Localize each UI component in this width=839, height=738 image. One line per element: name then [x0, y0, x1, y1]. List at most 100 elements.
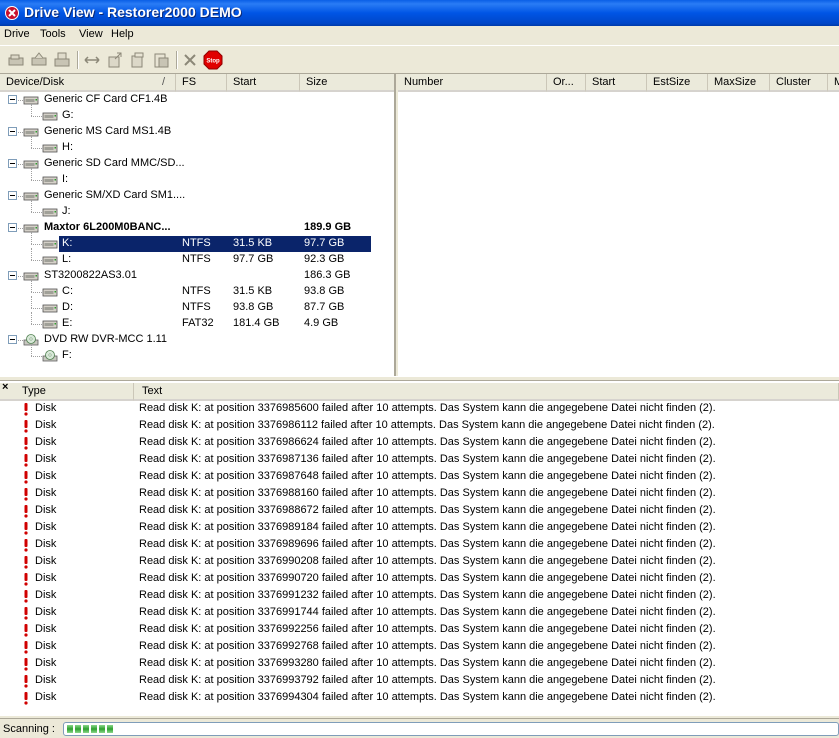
save-all-icon[interactable] — [128, 50, 148, 70]
fs-cell: NTFS — [182, 237, 211, 249]
col-header-cluster[interactable]: Cluster — [770, 74, 828, 92]
col-header-m[interactable]: M — [828, 74, 839, 92]
col-header-original[interactable]: Or... — [547, 74, 586, 92]
device-row[interactable]: Generic SM/XD Card SM1.... — [0, 188, 394, 204]
log-row[interactable]: Disk Read disk K: at position 3376991232 … — [0, 588, 839, 605]
partition-row[interactable]: I: — [0, 168, 394, 188]
log-row[interactable]: Disk Read disk K: at position 3376989184 … — [0, 520, 839, 537]
collapse-toggle[interactable] — [8, 191, 17, 200]
col-header-device[interactable]: Device/Disk / — [0, 74, 176, 92]
col-header-type[interactable]: Type — [0, 383, 134, 401]
col-header-maxsize[interactable]: MaxSize — [708, 74, 770, 92]
log-text: Read disk K: at position 3376990208 fail… — [139, 555, 716, 567]
close-icon[interactable]: × — [2, 381, 14, 393]
menu-help[interactable]: Help — [111, 28, 134, 40]
collapse-toggle[interactable] — [8, 127, 17, 136]
device-row[interactable]: ST3200822AS3.01 186.3 GB — [0, 268, 394, 284]
log-text: Read disk K: at position 3376989696 fail… — [139, 538, 716, 550]
device-row[interactable]: Generic MS Card MS1.4B — [0, 124, 394, 140]
col-header-size[interactable]: Size — [300, 74, 394, 92]
log-row[interactable]: Disk Read disk K: at position 3376986624 … — [0, 435, 839, 452]
log-row[interactable]: Disk Read disk K: at position 3376994304 … — [0, 690, 839, 707]
error-icon — [24, 573, 28, 586]
progress-block — [67, 725, 73, 733]
device-row[interactable]: Generic CF Card CF1.4B — [0, 92, 394, 108]
menu-drive[interactable]: Drive — [4, 28, 30, 40]
device-row[interactable]: DVD RW DVR-MCC 1.11 — [0, 332, 394, 348]
interval-icon[interactable] — [82, 50, 102, 70]
partition-row[interactable]: K: NTFS 31.5 KB 97.7 GB — [0, 232, 394, 252]
partition-row[interactable]: F: — [0, 344, 394, 364]
col-header-number[interactable]: Number — [398, 74, 547, 92]
save-icon[interactable] — [105, 50, 125, 70]
partition-row[interactable]: L: NTFS 97.7 GB 92.3 GB — [0, 248, 394, 268]
collapse-toggle[interactable] — [8, 159, 17, 168]
open-image-icon[interactable] — [29, 50, 49, 70]
size-cell: 189.9 GB — [304, 221, 352, 233]
log-row[interactable]: Disk Read disk K: at position 3376989696 … — [0, 537, 839, 554]
start-cell: 93.8 GB — [233, 301, 274, 313]
device-row[interactable]: Generic SD Card MMC/SD... — [0, 156, 394, 172]
size-cell: 93.8 GB — [304, 285, 345, 297]
col-header-fs[interactable]: FS — [176, 74, 227, 92]
log-row[interactable]: Disk Read disk K: at position 3376991744 … — [0, 605, 839, 622]
partition-row[interactable]: D: NTFS 93.8 GB 87.7 GB — [0, 296, 394, 316]
device-name: DVD RW DVR-MCC 1.11 — [44, 333, 168, 345]
scan-icon[interactable] — [52, 50, 72, 70]
log-row[interactable]: Disk Read disk K: at position 3376993792 … — [0, 673, 839, 690]
export-icon[interactable] — [151, 50, 171, 70]
fs-cell: NTFS — [182, 253, 211, 265]
collapse-toggle[interactable] — [8, 271, 17, 280]
error-icon — [24, 556, 28, 569]
log-row[interactable]: Disk Read disk K: at position 3376985600 … — [0, 401, 839, 418]
tree-connector — [31, 344, 32, 356]
col-header-start[interactable]: Start — [586, 74, 647, 92]
log-row[interactable]: Disk Read disk K: at position 3376988160 … — [0, 486, 839, 503]
log-text: Read disk K: at position 3376986112 fail… — [139, 419, 715, 431]
partition-icon — [42, 240, 58, 249]
menu-view[interactable]: View — [79, 28, 103, 40]
log-type: Disk — [35, 521, 57, 533]
collapse-toggle[interactable] — [8, 95, 17, 104]
partition-row[interactable]: G: — [0, 104, 394, 124]
partition-name: I: — [62, 173, 69, 185]
log-panel: Type Text × Disk Read disk K: at position… — [0, 381, 839, 716]
partition-name: J: — [62, 205, 71, 217]
col-header-estsize[interactable]: EstSize — [647, 74, 708, 92]
log-row[interactable]: Disk Read disk K: at position 3376987648 … — [0, 469, 839, 486]
log-type: Disk — [35, 640, 57, 652]
title-bar[interactable]: Drive View - Restorer2000 DEMO — [0, 0, 839, 26]
stop-icon[interactable]: Stop — [203, 50, 223, 70]
log-row[interactable]: Disk Read disk K: at position 3376986112 … — [0, 418, 839, 435]
size-cell: 186.3 GB — [304, 269, 351, 281]
log-row[interactable]: Disk Read disk K: at position 3376988672 … — [0, 503, 839, 520]
tree-connector — [31, 180, 42, 181]
partition-row[interactable]: C: NTFS 31.5 KB 93.8 GB — [0, 280, 394, 300]
log-row[interactable]: Disk Read disk K: at position 3376993280 … — [0, 656, 839, 673]
toolbar-separator — [176, 51, 178, 69]
log-text: Read disk K: at position 3376987136 fail… — [139, 453, 716, 465]
log-row[interactable]: Disk Read disk K: at position 3376987136 … — [0, 452, 839, 469]
error-icon — [24, 522, 28, 535]
device-name: Generic MS Card MS1.4B — [44, 125, 172, 137]
partition-row[interactable]: E: FAT32 181.4 GB 4.9 GB — [0, 312, 394, 332]
open-drive-icon[interactable] — [6, 50, 26, 70]
log-row[interactable]: Disk Read disk K: at position 3376992256 … — [0, 622, 839, 639]
log-row[interactable]: Disk Read disk K: at position 3376990208 … — [0, 554, 839, 571]
log-row[interactable]: Disk Read disk K: at position 3376990720 … — [0, 571, 839, 588]
partition-row[interactable]: H: — [0, 136, 394, 156]
menu-tools[interactable]: Tools — [40, 28, 66, 40]
log-type: Disk — [35, 572, 57, 584]
col-header-text[interactable]: Text — [134, 383, 839, 401]
device-row[interactable]: Maxtor 6L200M0BANC... 189.9 GB — [0, 220, 394, 236]
partition-row[interactable]: J: — [0, 200, 394, 220]
progress-block — [91, 725, 97, 733]
collapse-toggle[interactable] — [8, 335, 17, 344]
log-row[interactable]: Disk Read disk K: at position 3376992768 … — [0, 639, 839, 656]
log-text: Read disk K: at position 3376994304 fail… — [139, 691, 716, 703]
error-icon — [24, 403, 28, 416]
size-cell: 4.9 GB — [304, 317, 339, 329]
delete-icon[interactable] — [180, 50, 200, 70]
collapse-toggle[interactable] — [8, 223, 17, 232]
col-header-start[interactable]: Start — [227, 74, 300, 92]
